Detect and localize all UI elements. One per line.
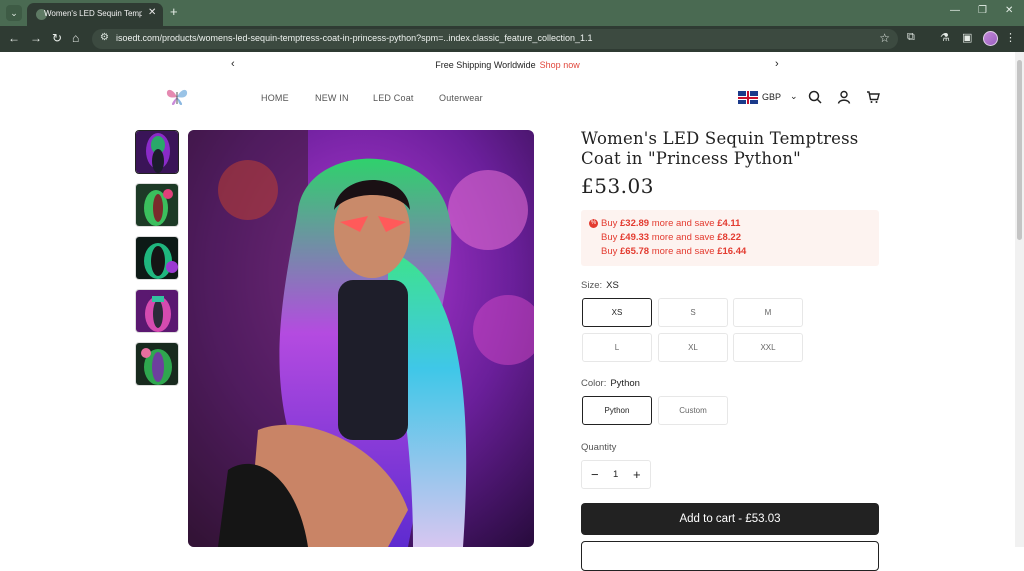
tab-close-icon[interactable]: ✕ <box>148 7 156 18</box>
color-option-python[interactable]: Python <box>582 396 652 425</box>
size-option-m[interactable]: M <box>733 298 803 327</box>
restore-icon[interactable]: ❐ <box>978 5 987 16</box>
announcement-bar: ‹ Free Shipping Worldwide Shop now › <box>0 52 1015 78</box>
size-selected-value: XS <box>606 280 619 291</box>
bookmark-star-icon[interactable]: ☆ <box>879 31 890 45</box>
url-text[interactable]: isoedt.com/products/womens-led-sequin-te… <box>116 33 592 43</box>
nav-led-coat[interactable]: LED Coat <box>373 93 414 103</box>
minimize-icon[interactable]: — <box>950 5 960 16</box>
bulk-discount-box: % Buy £32.89 more and save £4.11 Buy £49… <box>581 210 879 266</box>
tab-search-chevron-icon[interactable]: ⌄ <box>6 5 22 21</box>
window-close-icon[interactable]: ✕ <box>1005 5 1013 16</box>
color-option-custom[interactable]: Custom <box>658 396 728 425</box>
extensions-icon[interactable]: ⧉ <box>907 31 915 44</box>
site-info-icon[interactable]: ⚙ <box>100 32 109 43</box>
labs-flask-icon[interactable]: ⚗ <box>940 31 950 44</box>
browser-tabstrip: ⌄ Women's LED Sequin Temptress ✕ + — ❐ ✕ <box>0 0 1024 26</box>
shop-now-link[interactable]: Shop now <box>540 60 580 70</box>
size-option-xs[interactable]: XS <box>582 298 652 327</box>
promo-row-3: Buy £65.78 more and save £16.44 <box>601 246 747 257</box>
side-panel-icon[interactable]: ▣ <box>962 31 972 44</box>
home-icon[interactable]: ⌂ <box>72 31 79 45</box>
product-thumbnail-4[interactable] <box>135 289 179 333</box>
tab-title: Women's LED Sequin Temptress <box>44 9 142 18</box>
color-label: Color: Python <box>581 378 640 389</box>
currency-label: GBP <box>762 92 782 102</box>
size-option-l[interactable]: L <box>582 333 652 362</box>
quantity-label: Quantity <box>581 442 617 453</box>
discount-badge-icon: % <box>589 219 598 228</box>
product-thumbnail-5[interactable] <box>135 342 179 386</box>
size-option-xl[interactable]: XL <box>658 333 728 362</box>
product-thumbnail-3[interactable] <box>135 236 179 280</box>
size-label: Size: XS <box>581 280 619 291</box>
browser-menu-icon[interactable]: ⋮ <box>1005 31 1016 44</box>
announcement-text-wrap: Free Shipping Worldwide Shop now <box>0 60 1015 70</box>
address-bar[interactable]: ⚙ isoedt.com/products/womens-led-sequin-… <box>92 29 898 49</box>
profile-avatar[interactable] <box>983 31 998 46</box>
product-thumbnail-2[interactable] <box>135 183 179 227</box>
quantity-value[interactable]: 1 <box>613 469 618 480</box>
announcement-text: Free Shipping Worldwide <box>435 60 536 70</box>
account-icon[interactable] <box>837 90 851 104</box>
nav-new-in[interactable]: NEW IN <box>315 93 349 103</box>
web-page: ‹ Free Shipping Worldwide Shop now › HOME… <box>0 52 1015 571</box>
product-thumbnail-1[interactable] <box>135 130 179 174</box>
search-icon[interactable] <box>808 90 822 104</box>
back-icon[interactable]: ← <box>8 31 20 45</box>
cart-icon[interactable] <box>866 90 880 104</box>
promo-row-1: Buy £32.89 more and save £4.11 <box>601 218 741 229</box>
product-price: £53.03 <box>581 174 654 198</box>
browser-tab[interactable]: Women's LED Sequin Temptress ✕ <box>27 3 163 26</box>
browser-toolbar: ← → ↻ ⌂ ⚙ isoedt.com/products/womens-led… <box>0 26 1024 52</box>
size-option-xxl[interactable]: XXL <box>733 333 803 362</box>
quantity-stepper[interactable]: − 1 + <box>581 460 651 489</box>
scrollbar-thumb[interactable] <box>1017 60 1022 240</box>
nav-outerwear[interactable]: Outerwear <box>439 93 483 103</box>
new-tab-icon[interactable]: + <box>170 4 178 19</box>
store-logo-butterfly[interactable] <box>164 86 190 108</box>
chevron-down-icon: ⌄ <box>790 91 798 101</box>
add-to-cart-button[interactable]: Add to cart - £53.03 <box>581 503 879 535</box>
size-option-s[interactable]: S <box>658 298 728 327</box>
quantity-decrease-button[interactable]: − <box>591 467 599 482</box>
page-scrollbar[interactable] <box>1015 52 1024 547</box>
product-title: Women's LED Sequin Temptress Coat in "Pr… <box>581 129 859 168</box>
nav-home[interactable]: HOME <box>261 93 289 103</box>
product-main-image[interactable] <box>188 130 534 547</box>
announcement-next-icon[interactable]: › <box>775 58 779 70</box>
buy-now-button[interactable] <box>581 541 879 571</box>
uk-flag-icon <box>738 91 758 104</box>
forward-icon[interactable]: → <box>30 31 42 45</box>
color-selected-value: Python <box>610 378 640 389</box>
reload-icon[interactable]: ↻ <box>52 31 62 45</box>
promo-row-2: Buy £49.33 more and save £8.22 <box>601 232 741 243</box>
quantity-increase-button[interactable]: + <box>633 467 641 482</box>
